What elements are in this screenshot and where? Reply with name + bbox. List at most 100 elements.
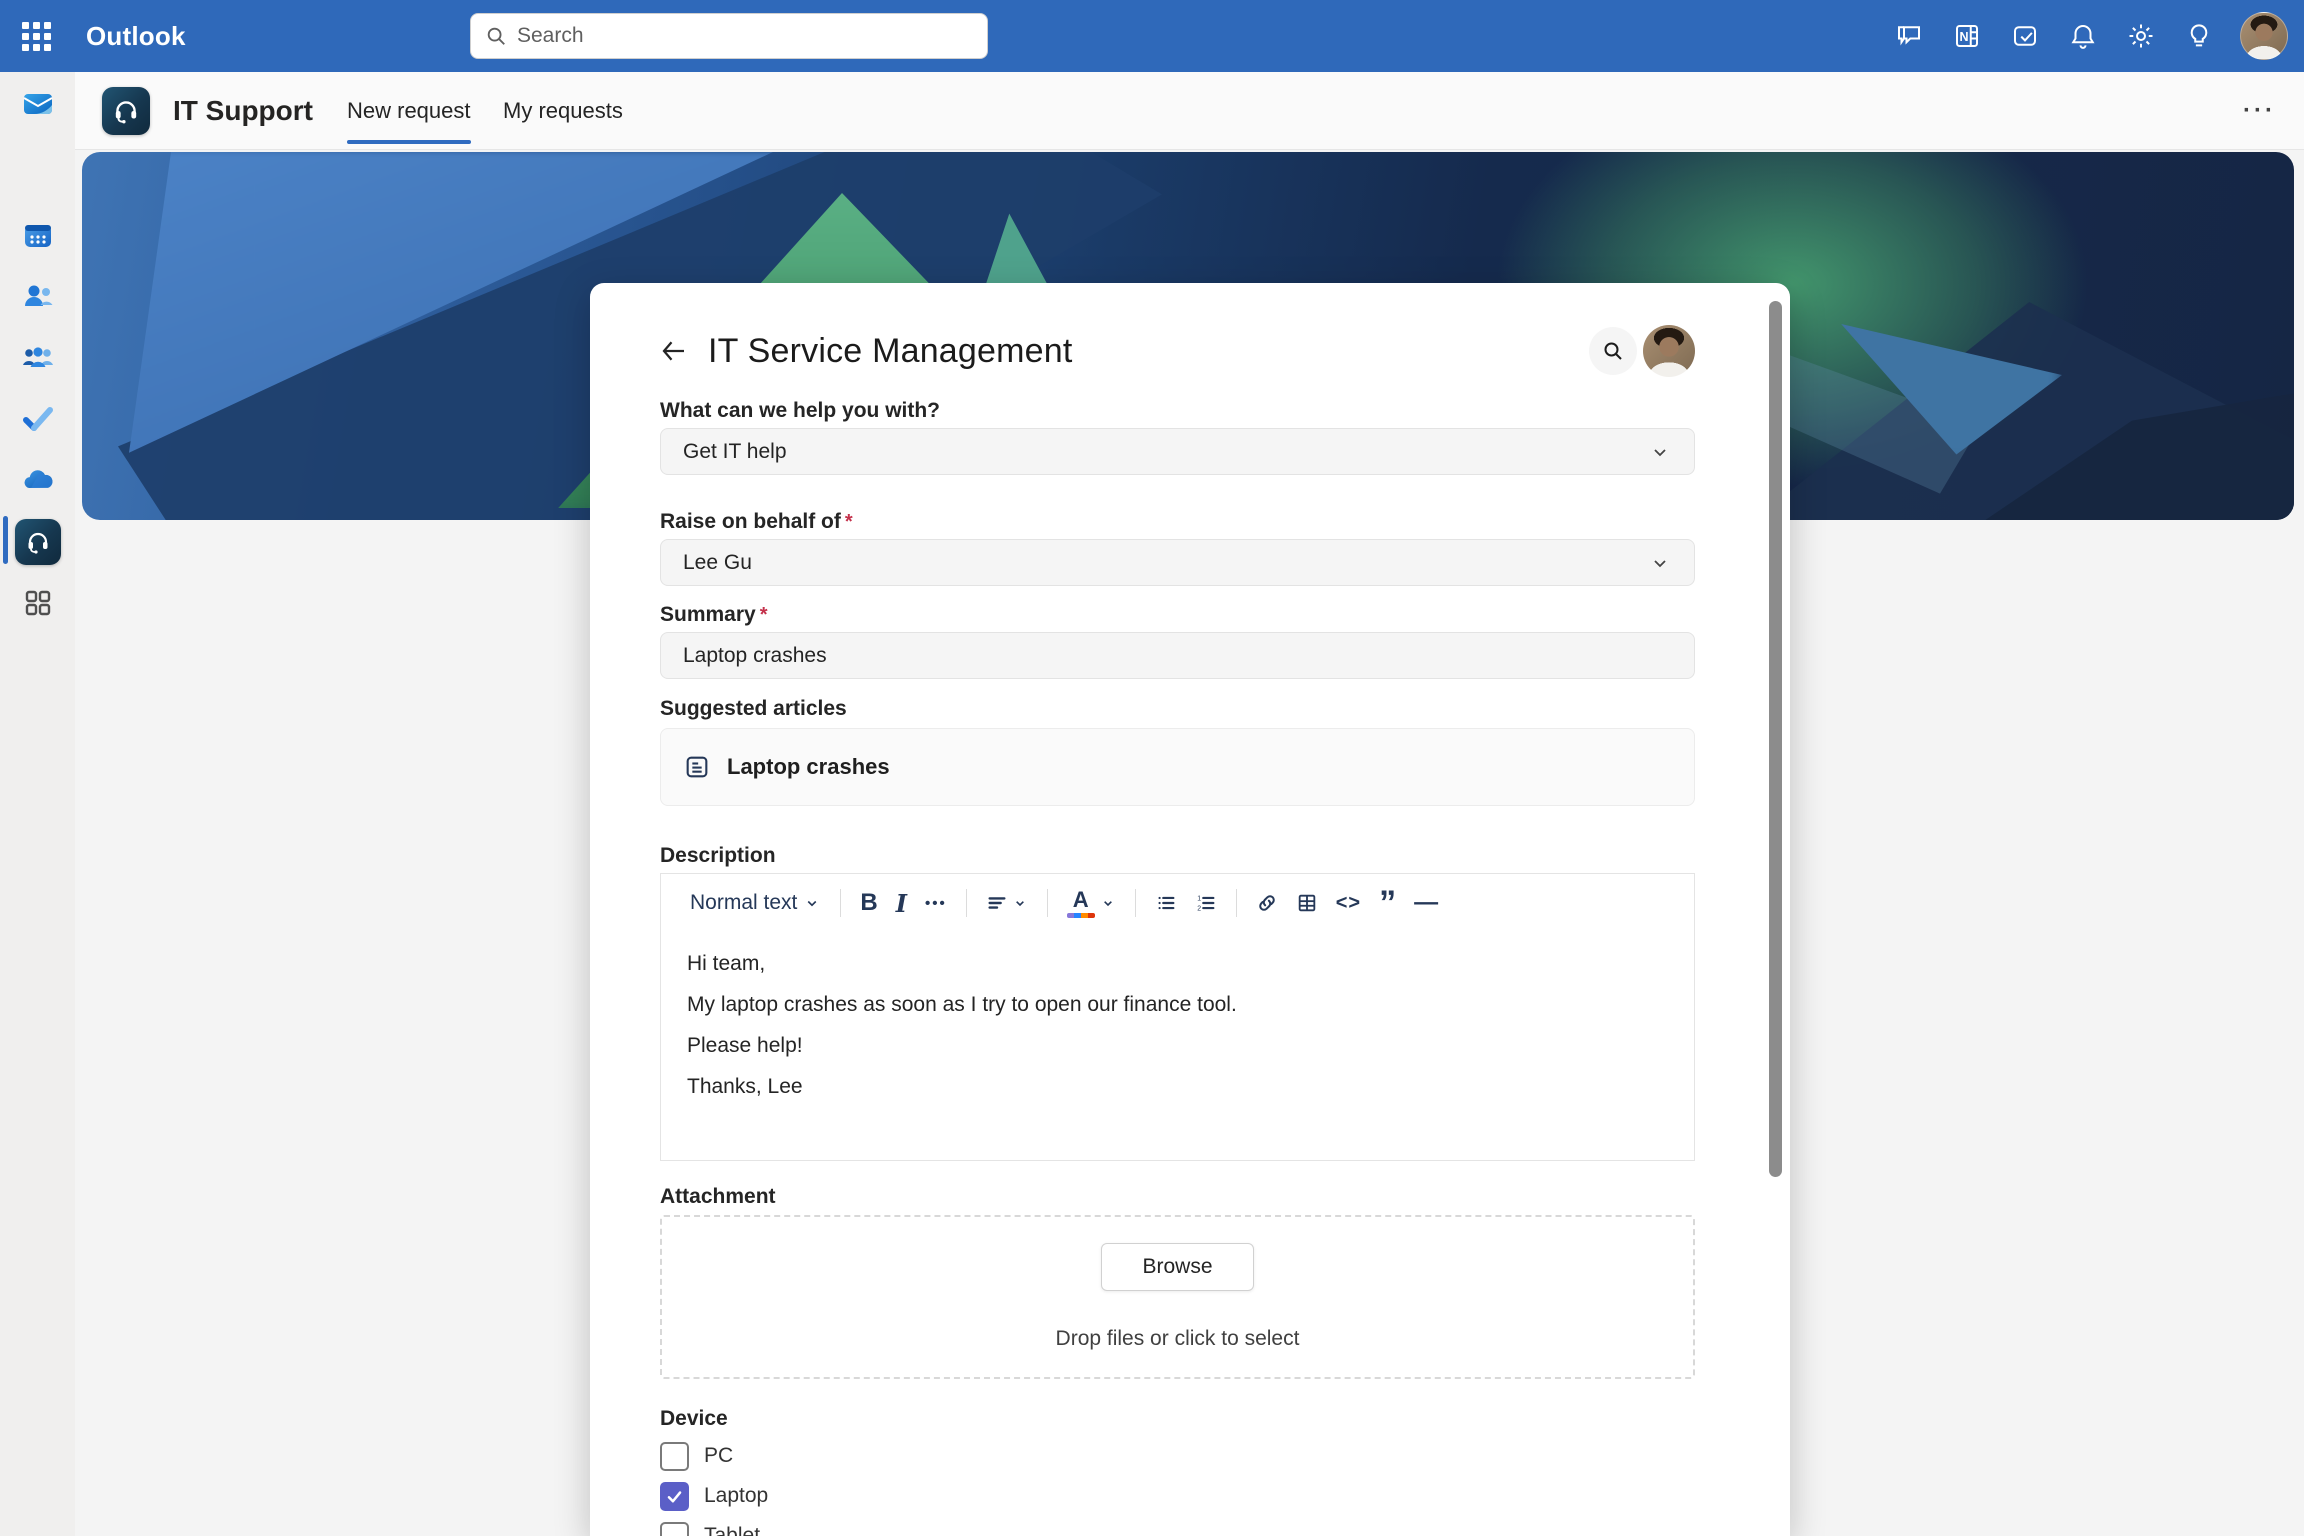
feedback-chat-button[interactable]: [1880, 8, 1938, 64]
more-formatting-button[interactable]: •••: [916, 883, 956, 923]
checkbox-laptop[interactable]: [660, 1482, 689, 1511]
todo-check-icon: [20, 401, 56, 437]
bullet-list-button[interactable]: [1146, 883, 1186, 923]
it-support-header: IT Support New request My requests ···: [75, 72, 2304, 150]
sidebar-item-todo[interactable]: [0, 391, 75, 447]
headset-icon: [24, 528, 52, 556]
behalf-field-select[interactable]: Lee Gu: [660, 539, 1695, 586]
sidebar-item-groups[interactable]: [0, 330, 75, 386]
active-app-indicator: [3, 516, 8, 564]
sidebar-item-more-apps[interactable]: [0, 575, 75, 631]
numbered-list-button[interactable]: 1 2: [1186, 883, 1226, 923]
checkbox-tablet[interactable]: [660, 1522, 689, 1536]
suggested-article-item[interactable]: Laptop crashes: [660, 728, 1695, 806]
scrollbar-thumb[interactable]: [1769, 301, 1782, 1177]
summary-label-text: Summary: [660, 603, 756, 626]
todo-button[interactable]: [1996, 8, 2054, 64]
sidebar-item-calendar[interactable]: [0, 208, 75, 264]
app-brand-title: Outlook: [86, 21, 186, 52]
quote-button[interactable]: ”: [1370, 892, 1405, 914]
lightbulb-icon: [2184, 21, 2214, 51]
it-support-app-tile: [15, 519, 61, 565]
behalf-field-value: Lee Gu: [683, 551, 752, 575]
app-launcher-button[interactable]: [0, 0, 72, 72]
chevron-down-icon: [1648, 440, 1672, 464]
numbered-list-icon: 1 2: [1195, 892, 1217, 914]
top-app-bar: Outlook N: [0, 0, 2304, 72]
check-icon: [665, 1487, 684, 1506]
people-icon: [20, 279, 56, 315]
summary-value: Laptop crashes: [683, 644, 827, 668]
form-search-button[interactable]: [1589, 327, 1637, 375]
more-options-button[interactable]: ···: [2243, 72, 2276, 150]
article-title: Laptop crashes: [727, 754, 890, 780]
request-form-card: IT Service Management What can we help y…: [590, 283, 1790, 1536]
chevron-down-icon: [803, 894, 821, 912]
summary-input[interactable]: Laptop crashes: [660, 632, 1695, 679]
device-option-pc[interactable]: PC: [660, 1441, 1695, 1471]
back-button[interactable]: [654, 331, 694, 371]
sidebar-item-it-support[interactable]: [0, 514, 75, 570]
divider-button[interactable]: —: [1405, 883, 1447, 923]
device-option-label: PC: [704, 1444, 733, 1468]
help-field-select[interactable]: Get IT help: [660, 428, 1695, 475]
onenote-button[interactable]: N: [1938, 8, 1996, 64]
article-icon: [683, 753, 711, 781]
browse-button[interactable]: Browse: [1101, 1243, 1253, 1291]
summary-field-label: Summary*: [660, 603, 1695, 627]
alignment-dropdown[interactable]: [977, 883, 1037, 923]
toolbar-divider: [1236, 889, 1237, 917]
back-arrow-icon: [659, 336, 689, 366]
description-paragraph: Thanks, Lee: [687, 1073, 1668, 1101]
text-color-icon: A: [1067, 889, 1095, 918]
checkbox-pc[interactable]: [660, 1442, 689, 1471]
sidebar-item-mail[interactable]: [0, 76, 75, 132]
device-option-tablet[interactable]: Tablet: [660, 1521, 1695, 1536]
waffle-icon: [22, 22, 51, 51]
more-apps-icon: [21, 586, 55, 620]
toolbar-divider: [1047, 889, 1048, 917]
requester-avatar[interactable]: [1643, 325, 1695, 377]
description-editor: Normal text B I •••: [660, 873, 1695, 1161]
link-button[interactable]: [1247, 883, 1287, 923]
help-field-label: What can we help you with?: [660, 399, 1695, 423]
device-option-label: Laptop: [704, 1484, 768, 1508]
color-letter: A: [1073, 889, 1089, 911]
description-paragraph: My laptop crashes as soon as I try to op…: [687, 991, 1668, 1019]
table-button[interactable]: [1287, 883, 1327, 923]
headset-icon: [111, 96, 141, 126]
search-input[interactable]: [517, 24, 973, 48]
text-style-value: Normal text: [690, 891, 797, 915]
code-button[interactable]: <>: [1327, 883, 1370, 923]
search-icon: [1601, 339, 1625, 363]
tab-new-request[interactable]: New request: [347, 72, 471, 150]
attachment-dropzone[interactable]: Browse Drop files or click to select: [660, 1215, 1695, 1379]
bell-icon: [2068, 21, 2098, 51]
it-support-header-tile: [102, 87, 150, 135]
chevron-down-icon: [1100, 895, 1116, 911]
bullet-list-icon: [1155, 892, 1177, 914]
sidebar-item-people[interactable]: [0, 269, 75, 325]
device-option-laptop[interactable]: Laptop: [660, 1481, 1695, 1511]
description-paragraph: Hi team,: [687, 950, 1668, 978]
global-search[interactable]: [470, 13, 988, 59]
editor-toolbar: Normal text B I •••: [661, 874, 1694, 932]
bold-button[interactable]: B: [851, 883, 886, 923]
italic-button[interactable]: I: [887, 883, 916, 923]
text-color-dropdown[interactable]: A: [1058, 883, 1125, 923]
description-textarea[interactable]: Hi team, My laptop crashes as soon as I …: [661, 932, 1694, 1132]
required-asterisk: *: [760, 604, 768, 626]
page-title: IT Support: [173, 72, 313, 150]
tips-button[interactable]: [2170, 8, 2228, 64]
notifications-button[interactable]: [2054, 8, 2112, 64]
link-icon: [1256, 892, 1278, 914]
svg-text:2: 2: [1197, 905, 1201, 912]
chevron-down-icon: [1648, 551, 1672, 575]
tab-my-requests[interactable]: My requests: [503, 72, 623, 150]
account-avatar[interactable]: [2240, 12, 2288, 60]
sidebar-item-onedrive[interactable]: [0, 453, 75, 509]
chat-icon: [1894, 21, 1924, 51]
device-option-label: Tablet: [704, 1524, 760, 1536]
text-style-dropdown[interactable]: Normal text: [681, 883, 830, 923]
settings-button[interactable]: [2112, 8, 2170, 64]
